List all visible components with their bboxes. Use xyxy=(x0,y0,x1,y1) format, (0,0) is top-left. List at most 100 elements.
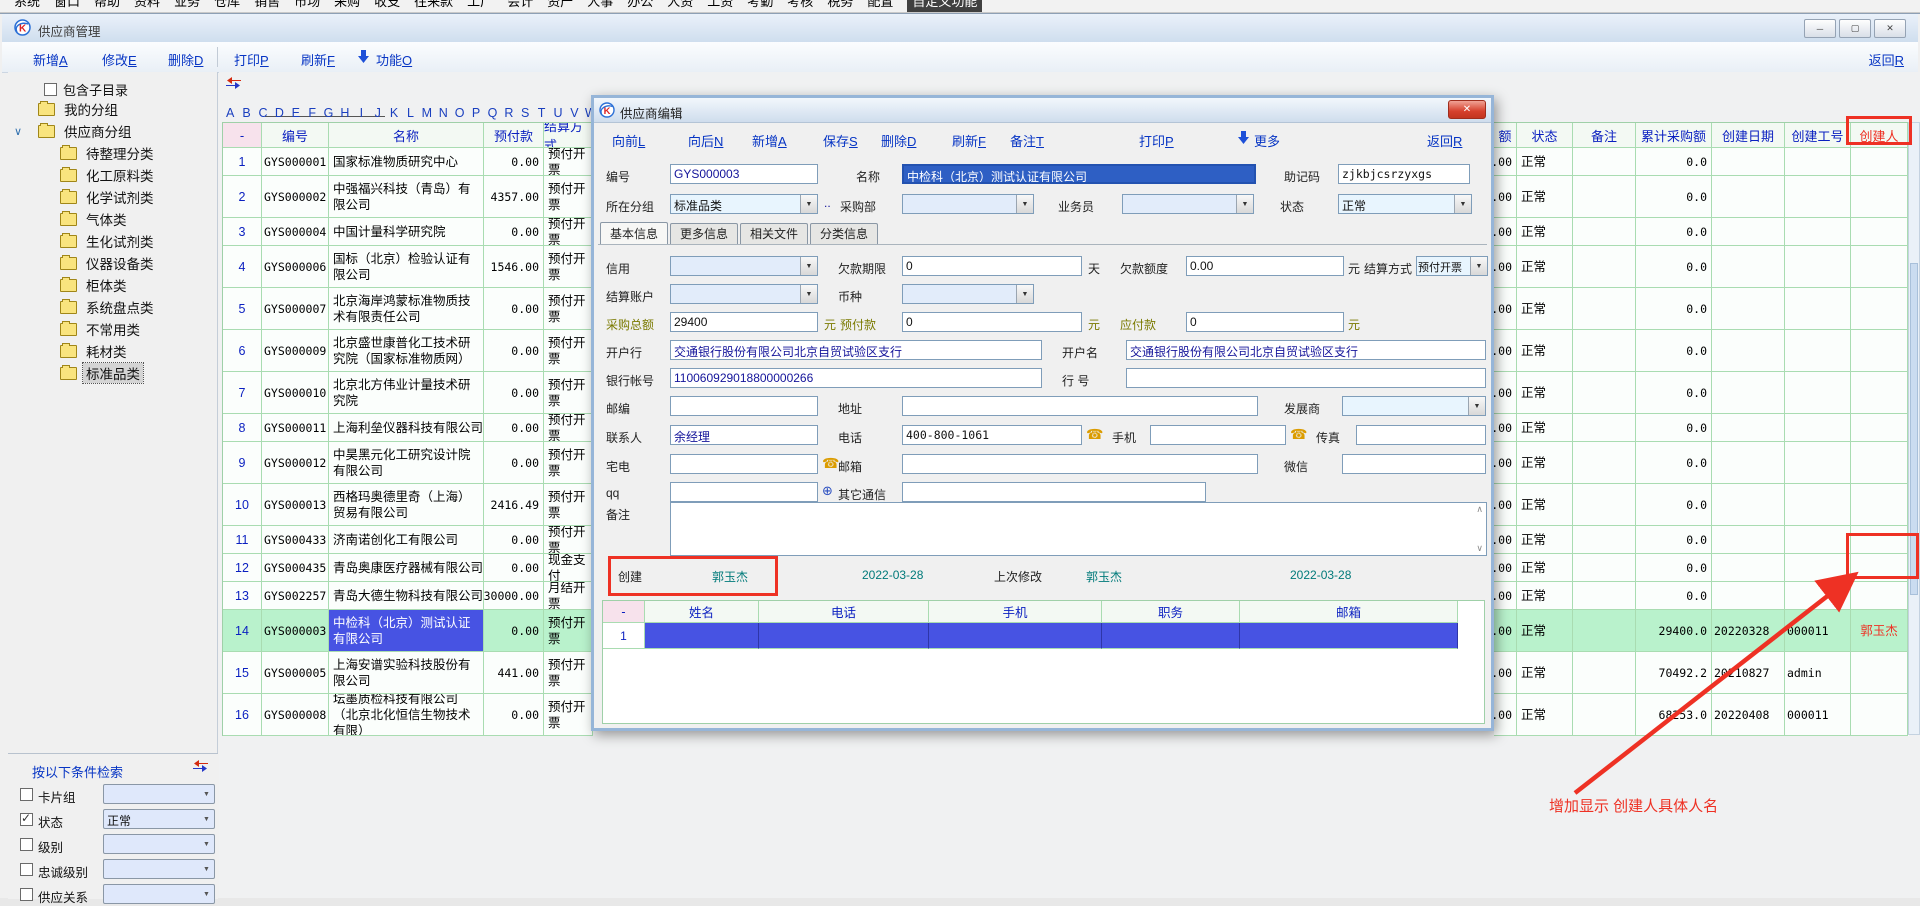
contacts-col-header--[interactable]: - xyxy=(603,601,645,623)
tree-item-标准品类[interactable]: 标准品类 xyxy=(8,362,218,384)
col-header-创建工号[interactable]: 创建工号 xyxy=(1785,123,1851,148)
dialog-toolbar-刷新F[interactable]: 刷新F xyxy=(952,131,986,150)
menu-item-销售[interactable]: 销售 xyxy=(254,0,280,12)
dropdown-arrow-icon[interactable]: ▼ xyxy=(800,257,817,275)
dropdown-arrow-icon[interactable]: ▼ xyxy=(199,810,214,828)
letter-H[interactable]: H xyxy=(337,106,353,120)
letter-M[interactable]: M xyxy=(419,106,435,120)
menu-item-采购[interactable]: 采购 xyxy=(334,0,360,12)
contact-input[interactable]: 余经理 xyxy=(670,425,818,445)
filter-checkbox-状态[interactable] xyxy=(20,813,33,826)
tree-item-我的分组[interactable]: 我的分组 xyxy=(8,98,218,120)
menu-item-工厂[interactable]: 工厂 xyxy=(467,0,493,12)
fax-input[interactable] xyxy=(1356,425,1486,445)
tree-item-生化试剂类[interactable]: 生化试剂类 xyxy=(8,230,218,252)
home-tel-input[interactable] xyxy=(670,454,818,474)
name-input[interactable]: 中检科（北京）测试认证有限公司 xyxy=(902,164,1256,184)
tree-item-待整理分类[interactable]: 待整理分类 xyxy=(8,142,218,164)
addr-input[interactable] xyxy=(902,396,1258,416)
dialog-toolbar-返回R[interactable]: 返回R xyxy=(1427,131,1462,150)
settle-dropdown[interactable]: 预付开票 ▼ xyxy=(1416,256,1488,276)
code-input[interactable]: GYS000003 xyxy=(670,164,818,184)
table-row-2[interactable]: .00正常0.0 xyxy=(1494,176,1909,218)
letter-I[interactable]: I xyxy=(353,106,369,120)
table-row-16[interactable]: .00正常68253.020220408000011 xyxy=(1494,694,1909,736)
letter-B[interactable]: B xyxy=(238,106,254,120)
tree-item-化学试剂类[interactable]: 化学试剂类 xyxy=(8,186,218,208)
dialog-toolbar-更多[interactable]: 更多 xyxy=(1254,131,1280,150)
tab-基本信息[interactable]: 基本信息 xyxy=(600,222,668,245)
menu-item-人资[interactable]: 人资 xyxy=(667,0,693,12)
filter-dropdown-供应关系[interactable]: ▼ xyxy=(103,884,215,904)
tree-item-仪器设备类[interactable]: 仪器设备类 xyxy=(8,252,218,274)
dialog-toolbar-打印P[interactable]: 打印P xyxy=(1139,131,1174,150)
bank-input[interactable]: 交通银行股份有限公司北京自贸试验区支行 xyxy=(670,340,1042,360)
menu-item-业务[interactable]: 业务 xyxy=(174,0,200,12)
letter-T[interactable]: T xyxy=(533,106,549,120)
col-header-创建人[interactable]: 创建人 xyxy=(1851,123,1908,148)
dialog-toolbar-删除D[interactable]: 删除D xyxy=(881,131,916,150)
letter-A[interactable]: A xyxy=(222,106,238,120)
table-row-3[interactable]: .00正常0.0 xyxy=(1494,218,1909,246)
filter-dropdown-卡片组[interactable]: ▼ xyxy=(103,784,215,804)
table-row-13[interactable]: .00正常0.0 xyxy=(1494,582,1909,610)
mobile-input[interactable] xyxy=(1150,425,1286,445)
menu-item-资料[interactable]: 资料 xyxy=(134,0,160,12)
letter-J[interactable]: J xyxy=(370,106,386,120)
col-header-额[interactable]: 额 xyxy=(1494,123,1517,148)
table-row-6[interactable]: 6GYS000009北京盛世康普化工技术研究院（国家标准物质网）0.00预付开票 xyxy=(223,330,593,372)
table-row-15[interactable]: .00正常70492.220210827admin xyxy=(1494,652,1909,694)
table-row-12[interactable]: 12GYS000435青岛奥康医疗器械有限公司0.00现金支付 xyxy=(223,554,593,582)
include-subdirs-checkbox[interactable] xyxy=(44,83,57,96)
table-row-11[interactable]: 11GYS000433济南诺创化工有限公司0.00预付开票 xyxy=(223,526,593,554)
menu-item-税务[interactable]: 税务 xyxy=(827,0,853,12)
table-row-7[interactable]: .00正常0.0 xyxy=(1494,372,1909,414)
letter-O[interactable]: O xyxy=(451,106,467,120)
letter-S[interactable]: S xyxy=(517,106,533,120)
tree-item-耗材类[interactable]: 耗材类 xyxy=(8,340,218,362)
table-row-4[interactable]: 4GYS000006国标（北京）检验认证有限公司1546.00预付开票 xyxy=(223,246,593,288)
table-row-5[interactable]: .00正常0.0 xyxy=(1494,288,1909,330)
menu-item-考勤[interactable]: 考勤 xyxy=(747,0,773,12)
letter-D[interactable]: D xyxy=(271,106,287,120)
purchase-total-input[interactable]: 29400 xyxy=(670,312,818,332)
other-comm-input[interactable] xyxy=(902,482,1206,502)
toolbar-刷新F[interactable]: 刷新F xyxy=(301,50,335,69)
menu-item-考核[interactable]: 考核 xyxy=(787,0,813,12)
currency-dropdown[interactable]: ▼ xyxy=(902,284,1034,304)
dialog-toolbar-向前L[interactable]: 向前L xyxy=(612,131,645,150)
table-row-14[interactable]: .00正常29400.020220328000011郭玉杰 xyxy=(1494,610,1909,652)
table-row-3[interactable]: 3GYS000004中国计量科学研究院0.00预付开票 xyxy=(223,218,593,246)
dropdown-arrow-icon[interactable]: ▼ xyxy=(199,835,214,853)
dropdown-arrow-icon[interactable]: ▼ xyxy=(1468,397,1485,415)
payable-input[interactable]: 0 xyxy=(1186,312,1344,332)
letter-L[interactable]: L xyxy=(402,106,418,120)
filter-checkbox-卡片组[interactable] xyxy=(20,788,33,801)
table-row-4[interactable]: .00正常0.0 xyxy=(1494,246,1909,288)
dialog-toolbar-备注T[interactable]: 备注T xyxy=(1010,131,1044,150)
tree-item-化工原料类[interactable]: 化工原料类 xyxy=(8,164,218,186)
debt-days-input[interactable]: 0 xyxy=(902,256,1082,276)
prepay-input[interactable]: 0 xyxy=(902,312,1082,332)
include-subdirs[interactable]: 包含子目录 xyxy=(44,80,128,99)
menu-item-会计[interactable]: 会计 xyxy=(507,0,533,12)
table-row-6[interactable]: .00正常0.0 xyxy=(1494,330,1909,372)
chevron-down-icon[interactable]: ∨ xyxy=(12,125,38,138)
toolbar-新增A[interactable]: 新增A xyxy=(33,50,68,69)
letter-V[interactable]: V xyxy=(566,106,582,120)
table-scrollbar[interactable] xyxy=(1908,122,1920,735)
table-row-8[interactable]: 8GYS000011上海利垒仪器科技有限公司0.00预付开票 xyxy=(223,414,593,442)
dialog-toolbar-保存S[interactable]: 保存S xyxy=(823,131,858,150)
col-header-备注[interactable]: 备注 xyxy=(1573,123,1636,148)
contacts-col-header-邮箱[interactable]: 邮箱 xyxy=(1240,601,1458,623)
menu-item-资产[interactable]: 资产 xyxy=(547,0,573,12)
remark-textarea[interactable]: ∧ ∨ xyxy=(670,502,1487,556)
col-header-累计采购额[interactable]: 累计采购额 xyxy=(1636,123,1712,148)
dropdown-arrow-icon[interactable]: ▼ xyxy=(800,285,817,303)
salesman-dropdown[interactable]: ▼ xyxy=(1122,194,1254,214)
dropdown-arrow-icon[interactable]: ▼ xyxy=(800,195,817,213)
maximize-button[interactable]: ▢ xyxy=(1839,19,1871,38)
qq-input[interactable] xyxy=(670,482,818,502)
table-row-13[interactable]: 13GYS002257青岛大德生物科技有限公司30000.00月结开票 xyxy=(223,582,593,610)
tree-item-气体类[interactable]: 气体类 xyxy=(8,208,218,230)
